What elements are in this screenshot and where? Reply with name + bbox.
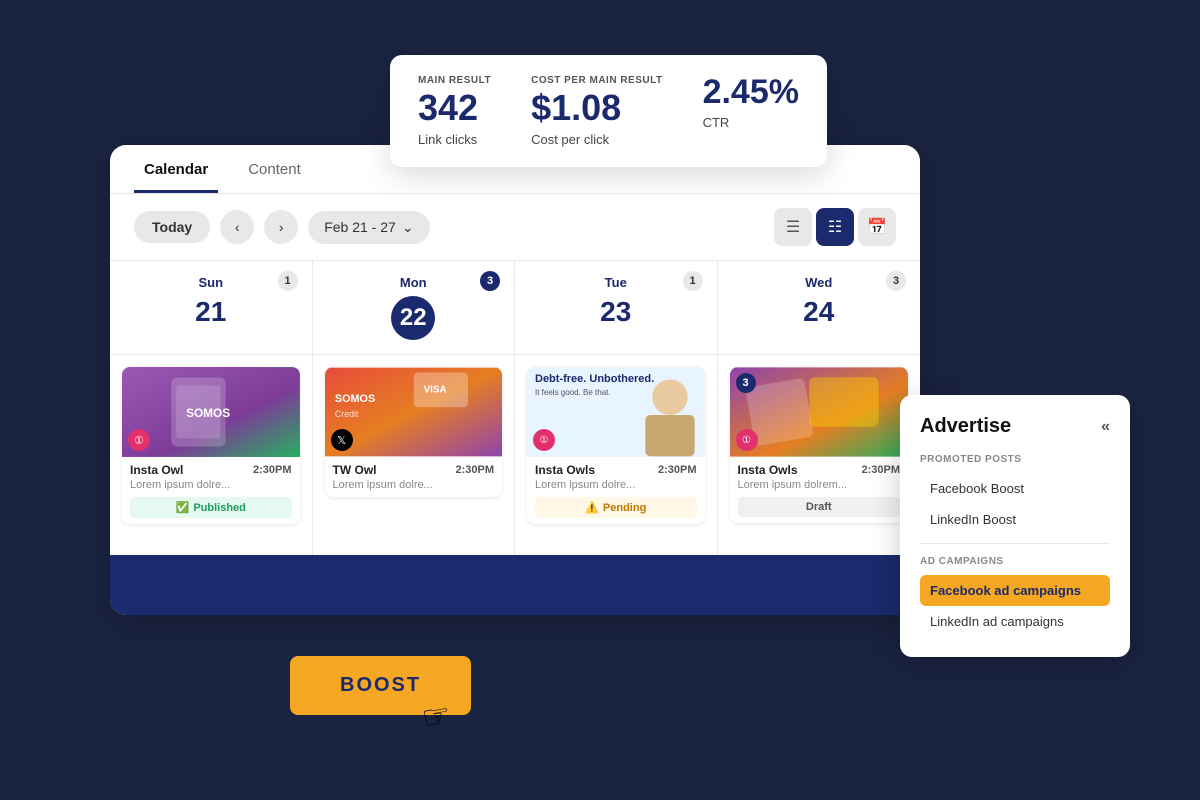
facebook-ad-campaigns-item[interactable]: Facebook ad campaigns <box>920 575 1110 606</box>
mon-label: Mon <box>400 275 427 290</box>
sun-badge: 1 <box>278 271 298 291</box>
tue-label: Tue <box>605 275 627 290</box>
linkedin-boost-item[interactable]: LinkedIn Boost <box>920 504 1110 535</box>
post-cell-mon: SOMOS Credit VISA 𝕏 TW Owl <box>313 355 516 555</box>
twitter-icon: 𝕏 <box>331 429 353 451</box>
promoted-posts-label: PROMOTED POSTS <box>920 454 1110 465</box>
post-cell-wed: 3 ① Insta Owls 2:30PM Lorem ipsum dolrem… <box>718 355 921 555</box>
calendar-posts-row: SOMOS ① Insta Owl 2:30PM Lorem ipsum dol… <box>110 355 920 555</box>
svg-text:SOMOS: SOMOS <box>334 393 374 405</box>
wed-number: 24 <box>803 296 834 328</box>
wed-label: Wed <box>805 275 832 290</box>
cost-block: COST PER MAIN RESULT $1.08 Cost per clic… <box>531 75 662 147</box>
advertise-header: Advertise « <box>920 415 1110 438</box>
linkedin-ad-campaigns-item[interactable]: LinkedIn ad campaigns <box>920 606 1110 637</box>
svg-text:VISA: VISA <box>423 384 446 395</box>
toolbar: Today ‹ › Feb 21 - 27 ⌄ ☰ ☷ 📅 <box>110 194 920 261</box>
check-icon: ✅ <box>176 501 190 514</box>
sun-label: Sun <box>198 275 223 290</box>
view-buttons: ☰ ☷ 📅 <box>774 208 896 246</box>
post-card-wed[interactable]: 3 ① Insta Owls 2:30PM Lorem ipsum dolrem… <box>730 367 909 523</box>
post-status-sun: ✅ Published <box>130 497 292 518</box>
post-card-tue[interactable]: Debt-free. Unbothered. It feels good. Be… <box>527 367 705 524</box>
post-desc-tue: Lorem ipsum dolre... <box>535 479 697 491</box>
chevron-down-icon: ⌄ <box>402 219 414 236</box>
tab-content[interactable]: Content <box>238 145 311 193</box>
mon-badge: 3 <box>480 271 500 291</box>
post-desc-mon: Lorem ipsum dolre... <box>333 479 495 491</box>
day-header-sun: Sun 21 1 <box>110 261 313 355</box>
calendar-day-headers: Sun 21 1 Mon 22 3 Tue 23 1 Wed 24 3 <box>110 261 920 355</box>
post-time-wed: 2:30PM <box>861 464 900 476</box>
sun-number: 21 <box>195 296 226 328</box>
wed-post-badge: 3 <box>736 373 756 393</box>
main-result-value: 342 <box>418 90 491 126</box>
warning-icon: ⚠️ <box>585 501 599 514</box>
list-view-button[interactable]: ☰ <box>774 208 812 246</box>
post-desc-wed: Lorem ipsum dolrem... <box>738 479 901 491</box>
calendar-view-button[interactable]: 📅 <box>858 208 896 246</box>
calendar-card: Calendar Content Today ‹ › Feb 21 - 27 ⌄… <box>110 145 920 615</box>
cost-label: COST PER MAIN RESULT <box>531 75 662 86</box>
post-time-sun: 2:30PM <box>253 464 292 476</box>
today-button[interactable]: Today <box>134 211 210 243</box>
ctr-block: 2.45% CTR <box>703 75 799 130</box>
divider <box>920 543 1110 544</box>
instagram-icon-tue: ① <box>533 429 555 451</box>
facebook-boost-item[interactable]: Facebook Boost <box>920 473 1110 504</box>
ctr-value: 2.45% <box>703 75 799 109</box>
wed-badge: 3 <box>886 271 906 291</box>
debt-headline: Debt-free. Unbothered. <box>535 373 654 386</box>
stats-card: MAIN RESULT 342 Link clicks COST PER MAI… <box>390 55 827 167</box>
post-card-mon[interactable]: SOMOS Credit VISA 𝕏 TW Owl <box>325 367 503 497</box>
post-time-mon: 2:30PM <box>455 464 494 476</box>
day-header-wed: Wed 24 3 <box>718 261 921 355</box>
svg-text:SOMOS: SOMOS <box>186 406 230 420</box>
advertise-panel: Advertise « PROMOTED POSTS Facebook Boos… <box>900 395 1130 657</box>
main-result-block: MAIN RESULT 342 Link clicks <box>418 75 491 147</box>
post-account-wed: Insta Owls <box>738 463 798 477</box>
svg-text:Credit: Credit <box>334 409 358 419</box>
grid-view-button[interactable]: ☷ <box>816 208 854 246</box>
post-account-mon: TW Owl <box>333 463 377 477</box>
instagram-icon-wed: ① <box>736 429 758 451</box>
tab-calendar[interactable]: Calendar <box>134 145 218 193</box>
post-desc-sun: Lorem ipsum dolre... <box>130 479 292 491</box>
post-account-tue: Insta Owls <box>535 463 595 477</box>
post-card-sun[interactable]: SOMOS ① Insta Owl 2:30PM Lorem ipsum dol… <box>122 367 300 524</box>
post-cell-sun: SOMOS ① Insta Owl 2:30PM Lorem ipsum dol… <box>110 355 313 555</box>
boost-button-container: BOOST ☞ <box>290 656 471 715</box>
prev-button[interactable]: ‹ <box>220 210 254 244</box>
advertise-close-button[interactable]: « <box>1101 418 1110 436</box>
tue-badge: 1 <box>683 271 703 291</box>
day-header-tue: Tue 23 1 <box>515 261 718 355</box>
cost-sub: Cost per click <box>531 132 662 147</box>
post-time-tue: 2:30PM <box>658 464 697 476</box>
mon-number: 22 <box>391 296 435 340</box>
main-result-label: MAIN RESULT <box>418 75 491 86</box>
cost-value: $1.08 <box>531 90 662 126</box>
post-status-tue: ⚠️ Pending <box>535 497 697 518</box>
next-button[interactable]: › <box>264 210 298 244</box>
post-cell-tue: Debt-free. Unbothered. It feels good. Be… <box>515 355 718 555</box>
day-header-mon: Mon 22 3 <box>313 261 516 355</box>
debt-subtext: It feels good. Be that. <box>535 388 654 397</box>
calendar-footer <box>110 555 920 615</box>
post-status-wed: Draft <box>738 497 901 517</box>
ctr-sub: CTR <box>703 115 799 130</box>
main-result-sub: Link clicks <box>418 132 491 147</box>
post-account-sun: Insta Owl <box>130 463 183 477</box>
instagram-icon: ① <box>128 429 150 451</box>
ad-campaigns-label: AD CAMPAIGNS <box>920 556 1110 567</box>
date-range-button[interactable]: Feb 21 - 27 ⌄ <box>308 211 429 244</box>
tue-number: 23 <box>600 296 631 328</box>
advertise-title: Advertise <box>920 415 1011 438</box>
